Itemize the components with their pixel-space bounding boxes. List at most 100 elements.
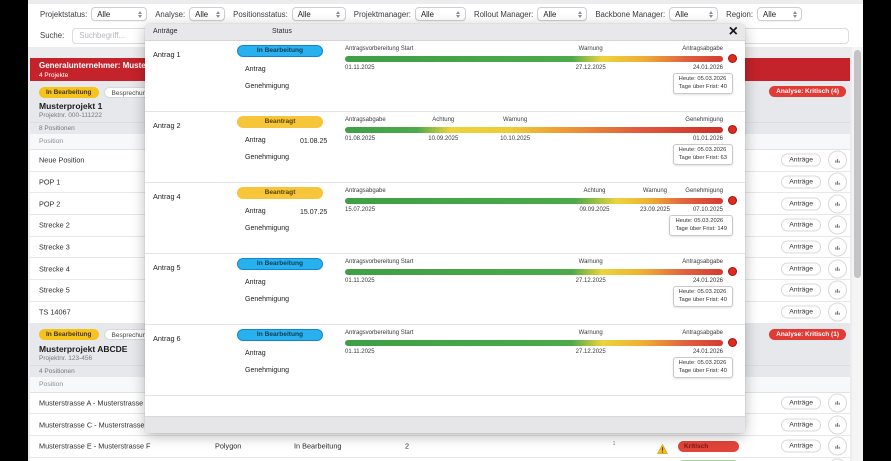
stepper-icon — [791, 10, 798, 18]
tooltip-overdue: Tage über Frist: 63 — [678, 154, 727, 161]
warning-triangle-icon — [657, 441, 668, 459]
chart-button[interactable] — [828, 172, 847, 192]
milestone-label: Antragsabgabe — [682, 259, 723, 265]
search-label: Suche: — [40, 31, 65, 40]
milestone-label: Warnung — [642, 188, 668, 194]
antraege-button[interactable]: Anträge — [781, 175, 821, 189]
project-status-badge: In Bearbeitung — [39, 86, 99, 98]
filter-value: Alle — [297, 9, 311, 19]
antraege-button[interactable]: Anträge — [781, 197, 821, 211]
milestone-date: 01.11.2025 — [345, 64, 375, 71]
filter-select[interactable]: Alle — [669, 7, 719, 21]
antraege-button[interactable]: Anträge — [781, 153, 821, 167]
deadline-tooltip: Heute: 05.03.2026 Tage über Frist: 40 — [672, 73, 733, 94]
timeline-bar — [345, 198, 723, 204]
filter-select[interactable]: Alle — [189, 7, 226, 21]
filter-group: Projektmanager: Alle — [354, 7, 466, 21]
filter-group: Positionsstatus: Alle — [233, 7, 346, 21]
analysis-badge: Analyse: Kritisch (1) — [769, 328, 846, 340]
antraege-button[interactable]: Anträge — [781, 240, 821, 254]
milestone-label: Achtung — [432, 117, 455, 123]
position-label: Musterstrasse C - Musterstrasse D — [39, 420, 152, 430]
sub-item-genehmigung: Genehmigung — [245, 225, 289, 232]
tooltip-overdue: Tage über Frist: 40 — [678, 367, 727, 374]
antrag-section: Antrag 6 In Bearbeitung Antrag Genehmigu… — [145, 325, 745, 396]
filter-select[interactable]: Alle — [414, 7, 466, 21]
antraege-button[interactable]: Anträge — [781, 218, 821, 232]
milestone-date: 10.10.2025 — [500, 135, 531, 142]
milestone-date: 01.08.2025 — [345, 135, 376, 142]
timeline: Heute: 05.03.2026 Tage über Frist: 40 An… — [345, 325, 737, 395]
sub-item-antrag-date: 01.08.25 — [300, 138, 328, 145]
position-count: 2 — [405, 441, 410, 451]
filter-select[interactable]: Alle — [757, 7, 803, 21]
scrollbar[interactable] — [852, 47, 863, 461]
alert-count: 1 — [612, 440, 616, 447]
sub-item-genehmigung: Genehmigung — [245, 296, 289, 303]
bar-chart-icon — [835, 310, 840, 315]
timeline: Heute: 05.03.2026 Tage über Frist: 149 A… — [345, 183, 737, 253]
bar-chart-icon — [835, 444, 840, 449]
column-header-position: Position — [39, 380, 64, 388]
table-row[interactable]: Musterstrasse E - Musterstrasse F Anträg… — [30, 435, 850, 459]
antraege-button[interactable]: Anträge — [781, 439, 821, 453]
table-row[interactable]: Anträge — [30, 457, 850, 461]
milestone-label: Antragsvorbereitung Start — [345, 330, 414, 336]
antraege-button[interactable]: Anträge — [781, 283, 821, 297]
deadline-tooltip: Heute: 05.03.2026 Tage über Frist: 63 — [672, 144, 733, 165]
milestone-label: Antragsabgabe — [345, 117, 386, 123]
antrag-name: Antrag 1 — [153, 50, 181, 59]
chart-button[interactable] — [828, 415, 847, 435]
position-label: Neue Position — [39, 155, 85, 165]
antraege-button[interactable]: Anträge — [781, 418, 821, 432]
antrag-name: Antrag 4 — [153, 192, 181, 201]
chart-button[interactable] — [828, 215, 847, 235]
overdue-dot — [728, 267, 737, 276]
chart-button[interactable] — [828, 280, 847, 300]
chart-button[interactable] — [828, 259, 847, 279]
chart-button[interactable] — [828, 150, 847, 170]
position-label: TS 14067 — [39, 307, 71, 317]
filter-group: Rollout Manager: Alle — [474, 7, 588, 21]
milestone-label: Antragsvorbereitung Start — [345, 259, 414, 265]
antraege-button[interactable]: Anträge — [781, 396, 821, 410]
analysis-badge: Analyse: Kritisch (4) — [769, 86, 846, 97]
modal-footer-scrollbar[interactable] — [145, 416, 745, 433]
position-status: In Bearbeitung — [294, 441, 342, 451]
timeline-bar — [345, 127, 723, 133]
chart-button[interactable] — [828, 194, 847, 214]
chart-button[interactable] — [828, 393, 847, 413]
chart-button[interactable] — [828, 237, 847, 257]
antrag-name: Antrag 6 — [153, 334, 181, 343]
bar-chart-icon — [835, 267, 840, 272]
antraege-button[interactable]: Anträge — [781, 262, 821, 276]
filter-label: Backbone Manager: — [595, 9, 666, 19]
antrag-section: Antrag 5 In Bearbeitung Antrag Genehmigu… — [145, 254, 745, 325]
column-header-position: Position — [39, 138, 64, 145]
chart-button[interactable] — [828, 302, 847, 322]
chart-button[interactable] — [828, 436, 847, 456]
filter-label: Positionsstatus: — [233, 9, 288, 19]
bar-chart-icon — [835, 223, 840, 228]
filter-select[interactable]: Alle — [291, 7, 346, 21]
close-icon[interactable]: × — [729, 22, 738, 42]
milestone-label: Antragsabgabe — [345, 188, 386, 194]
deadline-tooltip: Heute: 05.03.2026 Tage über Frist: 40 — [672, 357, 733, 378]
bar-chart-icon — [835, 158, 840, 163]
milestone-date: 27.12.2025 — [575, 348, 606, 355]
overdue-dot — [728, 125, 737, 134]
antrag-status-badge: In Bearbeitung — [237, 45, 323, 57]
antraege-button[interactable]: Anträge — [781, 305, 821, 319]
timeline: Heute: 05.03.2026 Tage über Frist: 40 An… — [345, 41, 737, 111]
stepper-icon — [136, 10, 143, 18]
scrollbar-thumb[interactable] — [854, 50, 861, 278]
sub-item-antrag: Antrag — [245, 208, 266, 215]
tooltip-overdue: Tage über Frist: 40 — [678, 296, 727, 303]
filter-select[interactable]: Alle — [537, 7, 588, 21]
position-label: POP 2 — [39, 199, 61, 209]
filter-group: Region: Alle — [726, 7, 803, 21]
modal-header: Anträge Status × — [145, 22, 745, 42]
filter-label: Projektmanager: — [353, 9, 411, 19]
filter-select[interactable]: Alle — [91, 7, 148, 21]
milestone-date: 24.01.2026 — [692, 64, 723, 71]
